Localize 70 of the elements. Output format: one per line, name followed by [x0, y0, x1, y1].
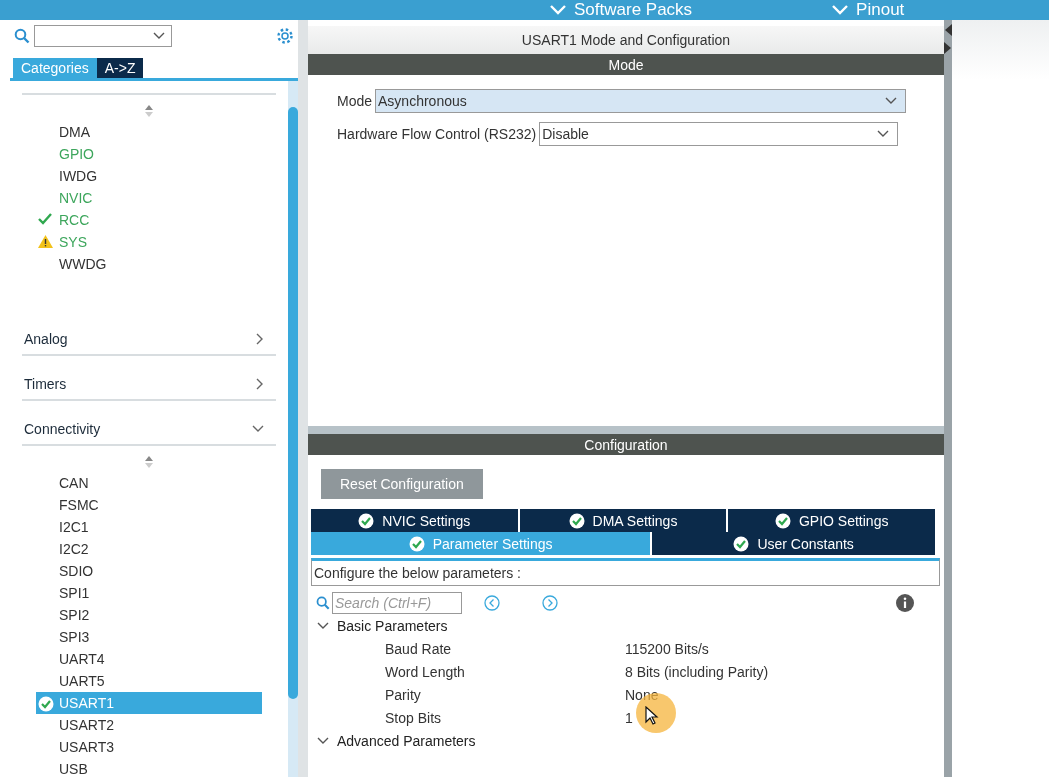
- chevron-right-icon[interactable]: [256, 378, 264, 390]
- section-header: Configuration: [308, 434, 944, 455]
- chevron-down-icon: [550, 4, 566, 15]
- field-label: Hardware Flow Control (RS232): [337, 126, 537, 142]
- peripheral-item[interactable]: UART5: [36, 670, 262, 692]
- parameter-value[interactable]: 8 Bits (including Parity): [625, 663, 769, 680]
- dropdown[interactable]: Disable: [539, 122, 899, 146]
- chevron-down-icon[interactable]: [877, 130, 890, 138]
- info-icon[interactable]: [896, 594, 914, 612]
- chevron-down-icon[interactable]: [885, 97, 898, 105]
- peripheral-item[interactable]: USART3: [36, 736, 262, 758]
- parameter-name: Baud Rate: [385, 640, 452, 657]
- category-header[interactable]: Analog: [24, 331, 68, 347]
- description-field: Configure the below parameters :: [311, 558, 940, 586]
- search-icon: [14, 28, 30, 44]
- check-circle-icon: [733, 535, 750, 552]
- settings-tab[interactable]: User Constants: [652, 532, 937, 555]
- parameter-value[interactable]: None: [625, 686, 659, 703]
- peripheral-item[interactable]: DMA: [36, 121, 262, 143]
- chevron-down-icon[interactable]: [252, 425, 264, 433]
- peripheral-item[interactable]: IWDG: [36, 165, 262, 187]
- settings-tab[interactable]: DMA Settings: [519, 509, 729, 532]
- search-combo-box[interactable]: [34, 25, 172, 47]
- peripheral-item[interactable]: SDIO: [36, 560, 262, 582]
- search-icon: [316, 596, 330, 610]
- parameter-name: Parity: [385, 686, 421, 703]
- peripheral-item[interactable]: WWDG: [36, 253, 262, 275]
- parameter-value[interactable]: 115200 Bits/s: [625, 640, 709, 657]
- group-header[interactable]: Basic Parameters: [337, 617, 448, 634]
- peripheral-item[interactable]: CAN: [36, 472, 262, 494]
- parameter-name: Stop Bits: [385, 709, 442, 726]
- section-header: Mode: [308, 54, 944, 75]
- chevron-down-icon[interactable]: [317, 621, 329, 630]
- settings-icon[interactable]: [276, 27, 294, 45]
- peripheral-item[interactable]: I2C1: [36, 516, 262, 538]
- settings-tab[interactable]: NVIC Settings: [311, 509, 520, 532]
- scroll-arrows-icon[interactable]: [144, 105, 154, 117]
- check-circle-icon: [408, 535, 425, 552]
- field-label: Mode: [337, 93, 373, 109]
- dropdown[interactable]: Asynchronous: [375, 89, 907, 113]
- settings-tab[interactable]: GPIO Settings: [728, 509, 937, 532]
- previous-icon[interactable]: [484, 595, 500, 611]
- peripheral-item[interactable]: SPI2: [36, 604, 262, 626]
- scrollbar-thumb[interactable]: [288, 107, 298, 699]
- peripheral-item[interactable]: FSMC: [36, 494, 262, 516]
- peripheral-item[interactable]: SPI3: [36, 626, 262, 648]
- next-icon[interactable]: [542, 595, 558, 611]
- peripheral-item[interactable]: USART2: [36, 714, 262, 736]
- menu-label: Software Packs: [574, 1, 693, 18]
- peripheral-item[interactable]: UART4: [36, 648, 262, 670]
- parameter-value[interactable]: 1: [625, 709, 633, 726]
- peripheral-item[interactable]: USB: [36, 758, 262, 777]
- chevron-down-icon[interactable]: [317, 736, 329, 745]
- scroll-arrows-icon[interactable]: [144, 456, 154, 468]
- check-circle-icon: [568, 512, 585, 529]
- chevron-right-icon[interactable]: [256, 333, 264, 345]
- parameter-name: Word Length: [385, 663, 465, 680]
- category-header[interactable]: Timers: [24, 376, 67, 392]
- search-field[interactable]: Search (Ctrl+F): [332, 592, 462, 614]
- chevron-down-icon: [832, 4, 849, 15]
- group-header[interactable]: Advanced Parameters: [337, 732, 476, 749]
- mouse-pointer-icon: [645, 706, 659, 726]
- check-circle-icon: [774, 512, 791, 529]
- peripheral-item[interactable]: I2C2: [36, 538, 262, 560]
- check-circle-icon: [358, 512, 375, 529]
- menu-label: Pinout: [856, 1, 905, 18]
- sidebar-tab[interactable]: A->Z: [96, 58, 144, 78]
- category-header[interactable]: Connectivity: [24, 421, 101, 437]
- panel-title: USART1 Mode and Configuration: [308, 26, 944, 54]
- peripheral-item[interactable]: SPI1: [36, 582, 262, 604]
